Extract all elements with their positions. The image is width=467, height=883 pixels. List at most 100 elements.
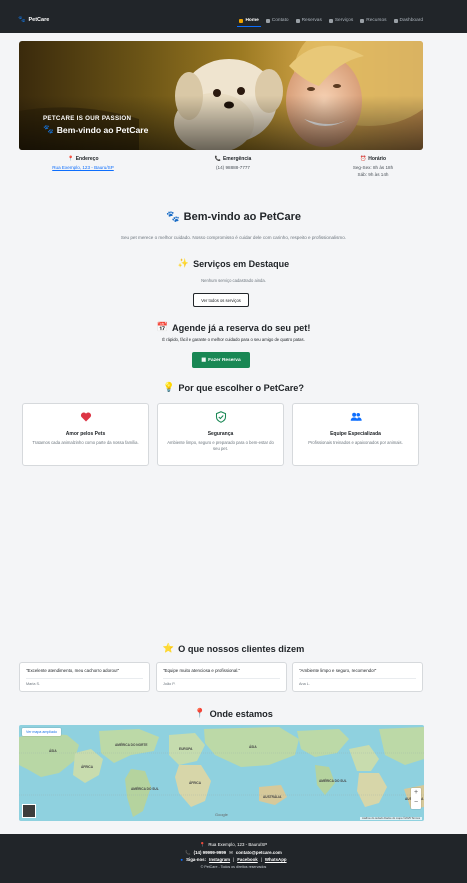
address-link[interactable]: Rua Exemplo, 123 - Bauru/SP bbox=[52, 165, 114, 170]
make-booking-button[interactable]: ▦ Fazer Reserva bbox=[192, 352, 250, 368]
testimonial-quote: "Equipe muito atenciosa e profissional." bbox=[163, 668, 241, 673]
testimonials-title-text: O que nossos clientes dizem bbox=[178, 643, 305, 654]
welcome-subtitle: Seu pet merece o melhor cuidado. Nosso c… bbox=[120, 235, 347, 240]
shield-check-icon bbox=[215, 411, 226, 423]
paw-icon: 🐾 bbox=[43, 124, 54, 134]
footer-follow-label: Siga-nos: bbox=[186, 857, 207, 862]
brand[interactable]: 🐾 PetCare bbox=[18, 16, 50, 24]
people-icon bbox=[350, 412, 362, 421]
location-title: 📍 Onde estamos bbox=[0, 708, 467, 719]
welcome-title: 🐾 Bem-vindo ao PetCare bbox=[0, 210, 467, 224]
featured-empty: Nenhum serviço cadastrado ainda. bbox=[201, 278, 266, 283]
divider bbox=[163, 678, 280, 679]
testimonial-quote: "Ambiente limpo e seguro, recomendo!" bbox=[299, 668, 377, 673]
hero-text: PETCARE IS OUR PASSION 🐾 Bem-vindo ao Pe… bbox=[43, 115, 148, 135]
open-larger-map-button[interactable]: Ver mapa ampliado bbox=[22, 728, 61, 736]
scissors-icon bbox=[328, 18, 333, 23]
booking-title-text: Agende já a reserva do seu pet! bbox=[172, 322, 311, 333]
paw-icon: 🐾 bbox=[18, 17, 26, 23]
calendar-icon bbox=[295, 18, 300, 23]
why-card-love: Amor pelos Pets Tratamos cada animalzinh… bbox=[22, 403, 149, 466]
map-label: AUSTRÁLIA bbox=[263, 795, 282, 799]
globe-icon: ● bbox=[180, 857, 184, 862]
instagram-link[interactable]: Instagram bbox=[209, 856, 230, 864]
whatsapp-link[interactable]: WhatsApp bbox=[265, 856, 287, 864]
brand-label: PetCare bbox=[28, 16, 50, 23]
google-logo: Google bbox=[215, 812, 228, 817]
heart-icon bbox=[80, 412, 91, 422]
info-emergency-head: 📞 Emergência bbox=[168, 156, 298, 162]
map-embed[interactable]: ÁSIA ÁFRICA AMÉRICA DO NORTE AMÉRICA DO … bbox=[19, 725, 424, 821]
map-pin-icon: 📍 bbox=[199, 842, 206, 847]
map-label: AMÉRICA DO SUL bbox=[131, 787, 159, 791]
info-address: 📍 Endereço Rua Exemplo, 123 - Bauru/SP bbox=[18, 156, 148, 172]
testimonial-author: Maria S. bbox=[26, 682, 41, 686]
make-booking-label: Fazer Reserva bbox=[208, 357, 241, 363]
why-card-desc: Tratamos cada animalzinho como parte da … bbox=[32, 440, 139, 445]
location-title-text: Onde estamos bbox=[209, 708, 273, 719]
testimonial-card: "Excelente atendimento, meu cachorro ado… bbox=[19, 662, 150, 692]
map-label: ÁFRICA bbox=[189, 781, 202, 785]
world-map bbox=[19, 725, 424, 821]
info-hours: ⏰ Horário Seg-Sex: 8h às 18h Sáb: 9h às … bbox=[308, 156, 438, 178]
nav-recursos[interactable]: Recursos bbox=[360, 18, 387, 23]
why-card-title: Amor pelos Pets bbox=[65, 431, 106, 437]
nav-home[interactable]: Home bbox=[237, 18, 262, 27]
satellite-toggle-button[interactable] bbox=[22, 804, 36, 818]
nav-recursos-label: Recursos bbox=[366, 18, 387, 23]
footer-email: contato@petcare.com bbox=[235, 849, 282, 855]
testimonial-card: "Equipe muito atenciosa e profissional."… bbox=[156, 662, 287, 692]
hero-banner: PETCARE IS OUR PASSION 🐾 Bem-vindo ao Pe… bbox=[19, 41, 423, 150]
grid-icon bbox=[393, 18, 398, 23]
info-emergency: 📞 Emergência (14) 98888-7777 bbox=[168, 156, 298, 172]
separator: | bbox=[260, 857, 262, 862]
separator: | bbox=[233, 857, 235, 862]
emergency-phone: (14) 98888-7777 bbox=[216, 165, 250, 170]
footer-copyright: © PetCare - Todos os direitos reservados bbox=[200, 864, 267, 869]
nav-reservas-label: Reservas bbox=[301, 18, 322, 23]
why-title-text: Por que escolher o PetCare? bbox=[178, 382, 305, 393]
zoom-in-button[interactable]: + bbox=[411, 788, 421, 798]
why-card-team: Equipe Especializada Profissionais trein… bbox=[292, 403, 419, 466]
nav-dashboard-label: Dashboard bbox=[399, 18, 423, 23]
why-card-title: Segurança bbox=[207, 431, 234, 437]
paw-icon: 🐾 bbox=[165, 211, 180, 223]
why-card-title: Equipe Especializada bbox=[330, 431, 381, 437]
map-pin-icon: 📍 bbox=[67, 156, 74, 162]
calendar-icon: 📅 bbox=[156, 322, 169, 332]
nav-dashboard[interactable]: Dashboard bbox=[393, 18, 423, 23]
hero-title-text: Bem-vindo ao PetCare bbox=[56, 124, 149, 135]
gear-icon bbox=[360, 18, 365, 23]
clock-icon: ⏰ bbox=[359, 156, 367, 162]
envelope-icon bbox=[265, 18, 270, 23]
why-card-safety: Segurança Ambiente limpo, seguro e prepa… bbox=[157, 403, 284, 466]
zoom-out-button[interactable]: − bbox=[411, 798, 421, 808]
navbar: 🐾 PetCare Home Contato Reservas Serviços… bbox=[0, 0, 467, 33]
footer-social-line: ● Siga-nos: Instagram | Facebook | Whats… bbox=[0, 856, 467, 864]
featured-title-text: Serviços em Destaque bbox=[193, 258, 290, 269]
nav-contato[interactable]: Contato bbox=[265, 18, 289, 23]
nav-reservas[interactable]: Reservas bbox=[295, 18, 322, 23]
testimonial-quote: "Excelente atendimento, meu cachorro ado… bbox=[26, 668, 120, 673]
info-hours-head: ⏰ Horário bbox=[308, 156, 438, 162]
why-title: 💡 Por que escolher o PetCare? bbox=[0, 382, 467, 393]
nav-servicos-label: Serviços bbox=[334, 18, 354, 23]
nav-servicos[interactable]: Serviços bbox=[328, 18, 354, 23]
map-label: ÁFRICA bbox=[81, 765, 94, 769]
featured-title: ✨ Serviços em Destaque bbox=[0, 258, 467, 269]
map-label: ÁSIA bbox=[249, 745, 257, 749]
all-services-button[interactable]: Ver todos os serviços bbox=[193, 293, 249, 307]
info-address-head: 📍 Endereço bbox=[18, 156, 148, 162]
footer-contact-line: 📞 (14) 99999-9999 ✉ contato@petcare.com bbox=[0, 849, 467, 857]
testimonial-card: "Ambiente limpo e seguro, recomendo!" An… bbox=[292, 662, 423, 692]
divider bbox=[26, 678, 143, 679]
map-label: ÁSIA bbox=[49, 749, 57, 753]
footer-phone: (14) 99999-9999 bbox=[193, 849, 227, 855]
map-label: EUROPA bbox=[179, 747, 193, 751]
map-label: AMÉRICA DO SUL bbox=[319, 779, 347, 783]
map-label: AMÉRICA DO NORTE bbox=[115, 743, 148, 747]
footer-copyright-line: © PetCare - Todos os direitos reservados bbox=[0, 864, 467, 872]
sparkles-icon: ✨ bbox=[177, 258, 190, 268]
nav-menu: Home Contato Reservas Serviços Recursos … bbox=[237, 18, 423, 27]
facebook-link[interactable]: Facebook bbox=[237, 856, 258, 864]
